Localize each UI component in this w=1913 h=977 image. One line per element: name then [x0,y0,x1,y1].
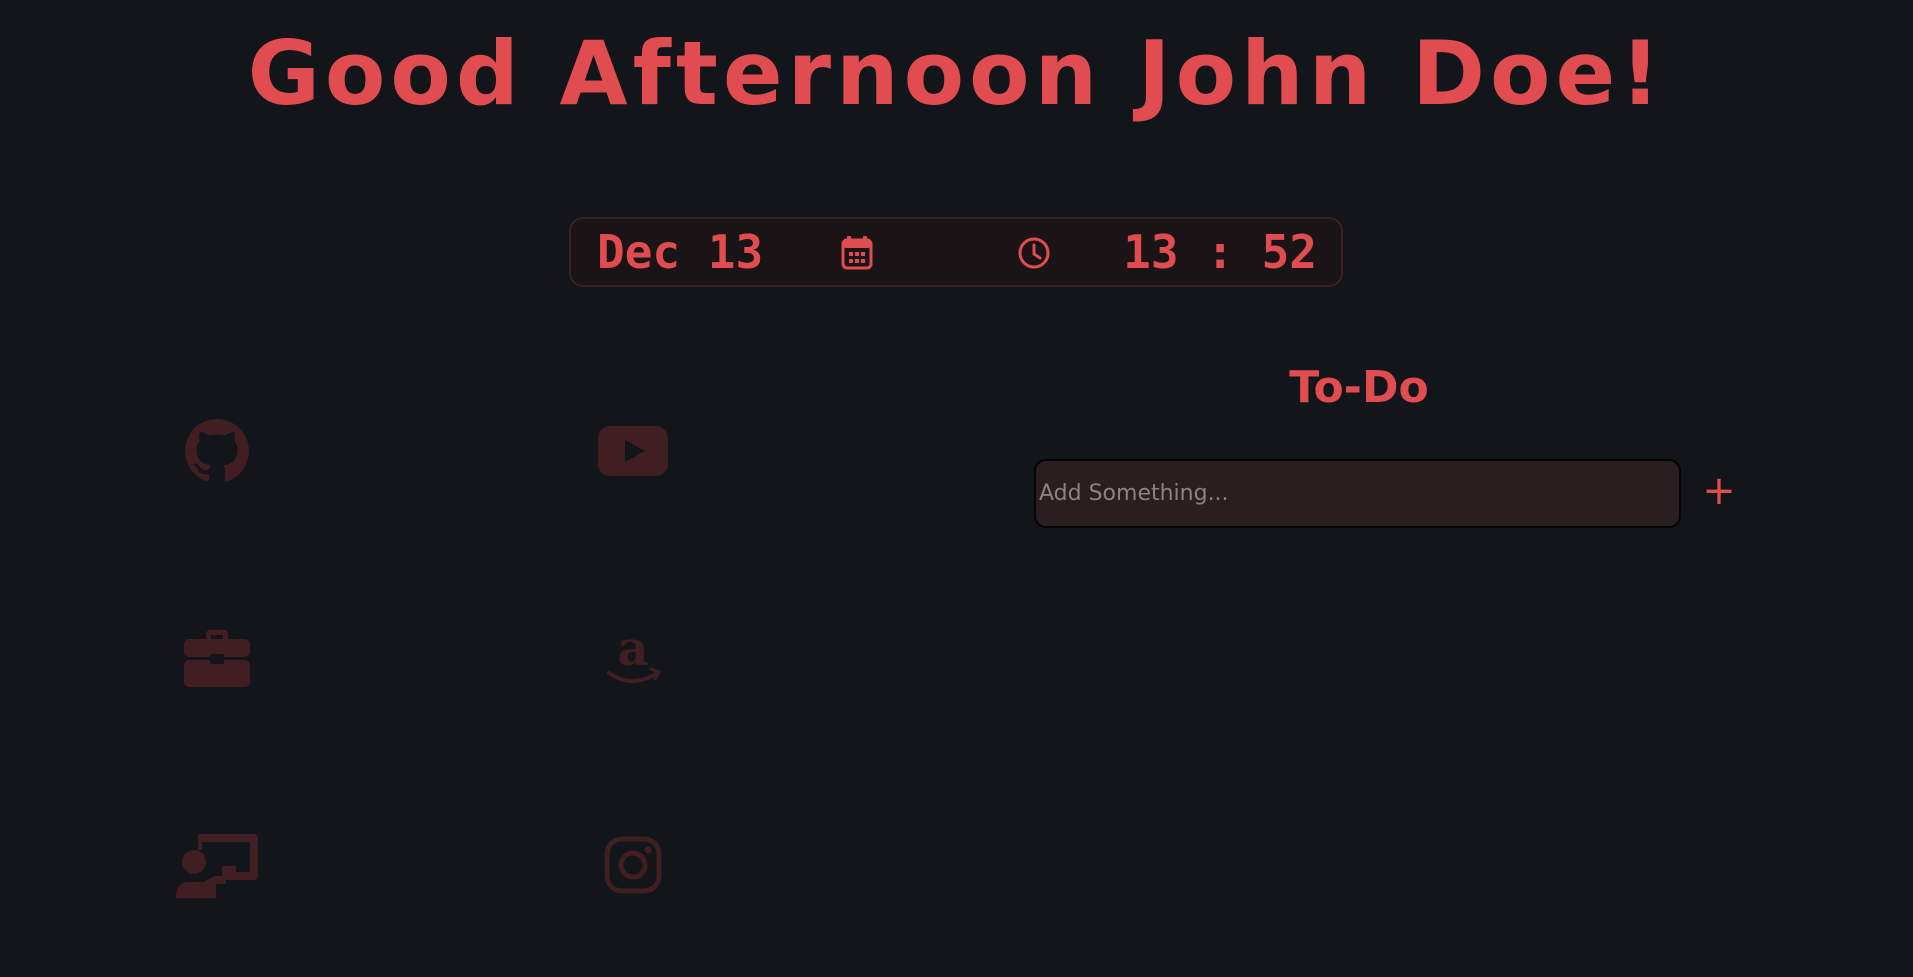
chalkboard-teacher-icon [176,832,258,902]
clock-icon [1017,236,1051,274]
svg-text:a: a [617,627,648,677]
calendar-icon [841,236,873,274]
current-date: Dec 13 [597,225,764,279]
briefcase-icon [184,629,250,691]
datetime-bar: Dec 13 13 : 52 [569,217,1343,287]
shortcut-github[interactable] [172,408,262,498]
shortcut-classroom[interactable] [172,822,262,912]
todo-title: To-Do [1289,362,1429,413]
youtube-icon [598,426,668,480]
shortcut-amazon[interactable]: a [588,615,678,705]
amazon-icon: a [603,621,663,693]
shortcut-instagram[interactable] [588,822,678,912]
todo-input[interactable] [1034,459,1681,528]
instagram-icon [604,836,662,898]
add-todo-button[interactable]: + [1698,465,1740,517]
shortcut-youtube[interactable] [588,408,678,498]
github-icon [185,419,249,487]
shortcut-work[interactable] [172,615,262,705]
greeting-heading: Good Afternoon John Doe! [247,22,1666,125]
new-tab-dashboard: Good Afternoon John Doe! Dec 13 13: 52 … [0,0,1913,977]
current-time: 13 : 52 [1123,225,1317,279]
